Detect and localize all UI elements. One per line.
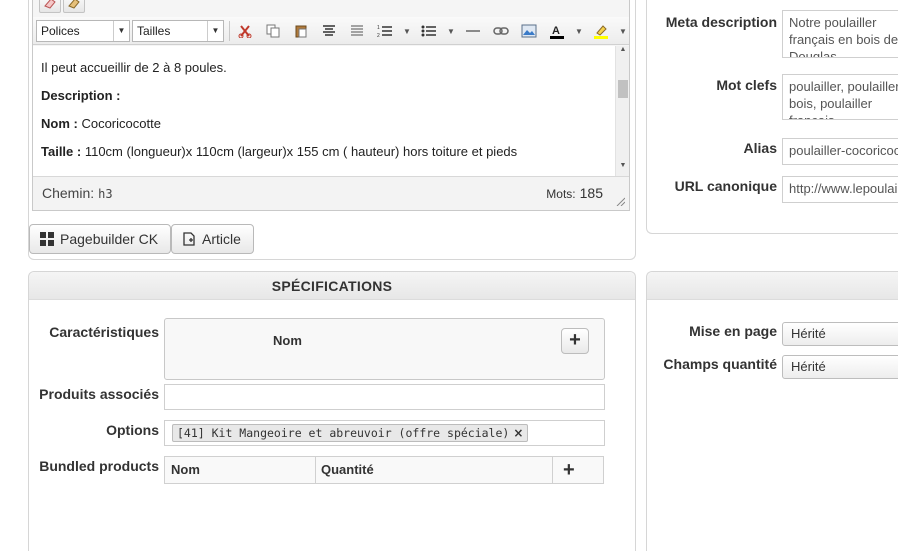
add-characteristic-button[interactable]: + xyxy=(561,328,589,354)
pagebuilder-label: Pagebuilder CK xyxy=(60,231,159,247)
svg-text:2: 2 xyxy=(377,33,380,38)
path-tag[interactable]: h3 xyxy=(98,187,112,201)
font-family-label: Polices xyxy=(41,24,80,38)
word-count-value: 185 xyxy=(579,185,603,201)
font-size-select[interactable]: Tailles ▼ xyxy=(132,20,224,42)
editor-status-bar: Chemin: h3 Mots: 185 xyxy=(33,176,629,210)
meta-description-field[interactable]: Notre poulailler français en bois de Dou… xyxy=(782,10,898,58)
editor-scrollbar[interactable]: ▲ ▼ xyxy=(615,46,629,176)
editor-content-area[interactable]: Il peut accueillir de 2 à 8 poules. Desc… xyxy=(33,46,615,176)
chevron-down-icon: ▼ xyxy=(113,21,129,41)
article-label: Article xyxy=(202,231,241,247)
bundled-quantity-header: Quantité xyxy=(321,462,374,477)
link-icon[interactable] xyxy=(490,21,512,41)
content-paragraph: Description : xyxy=(41,88,121,103)
font-size-label: Tailles xyxy=(137,24,171,38)
copy-icon[interactable] xyxy=(262,21,284,41)
characteristics-name-header: Nom xyxy=(273,333,302,348)
remove-option-icon[interactable]: × xyxy=(513,426,523,440)
keywords-label: Mot clefs xyxy=(716,77,777,93)
alias-label: Alias xyxy=(743,140,777,156)
highlight-color-icon[interactable] xyxy=(590,21,612,41)
bundled-products-table: Nom Quantité + xyxy=(164,456,604,484)
article-add-icon xyxy=(183,232,195,246)
option-chip-label: [41] Kit Mangeoire et abreuvoir (offre s… xyxy=(177,426,510,440)
resize-handle-icon[interactable] xyxy=(615,196,625,206)
options-label: Options xyxy=(106,422,159,438)
svg-text:A: A xyxy=(552,25,560,37)
element-path: Chemin: h3 xyxy=(42,185,113,201)
bullet-list-icon[interactable] xyxy=(418,21,440,41)
scroll-thumb[interactable] xyxy=(618,80,628,98)
chevron-down-icon[interactable]: ▼ xyxy=(568,21,590,41)
canonical-url-label: URL canonique xyxy=(674,178,777,194)
plus-icon: + xyxy=(569,329,581,351)
scroll-down-icon[interactable]: ▼ xyxy=(616,162,630,169)
paste-icon[interactable] xyxy=(290,21,312,41)
chevron-down-icon[interactable]: ▼ xyxy=(612,21,634,41)
align-justify-icon[interactable] xyxy=(346,21,368,41)
content-paragraph: Il peut accueillir de 2 à 8 poules. xyxy=(41,60,227,75)
meta-description-label: Meta description xyxy=(665,14,777,30)
side-panel-header xyxy=(647,272,898,300)
toolbar-divider xyxy=(229,21,230,41)
characteristics-label: Caractéristiques xyxy=(49,324,159,340)
grid-icon xyxy=(40,232,54,246)
layout-label: Mise en page xyxy=(689,323,777,339)
alias-field[interactable]: poulailler-cocoricocotte xyxy=(782,138,898,165)
svg-text:1: 1 xyxy=(377,25,380,31)
canonical-url-field[interactable]: http://www.lepoulailler.fr xyxy=(782,176,898,203)
chevron-down-icon[interactable]: ▼ xyxy=(440,21,462,41)
clear-format-icon[interactable] xyxy=(63,0,85,13)
path-label: Chemin: xyxy=(42,185,95,201)
column-divider xyxy=(552,457,553,483)
option-chip: [41] Kit Mangeoire et abreuvoir (offre s… xyxy=(172,424,529,442)
rich-text-editor: Polices ▼ Tailles ▼ 12 ▼ ▼ A ▼ ▼ Il peut… xyxy=(32,0,630,211)
word-count: Mots: 185 xyxy=(546,185,603,201)
content-paragraph: Nom : Cocoricocotte xyxy=(41,116,161,131)
article-button[interactable]: Article xyxy=(171,224,254,254)
chevron-down-icon: ▼ xyxy=(207,21,223,41)
scroll-up-icon[interactable]: ▲ xyxy=(616,46,630,53)
quantity-field-select[interactable]: Hérité xyxy=(782,355,898,379)
bundled-products-label: Bundled products xyxy=(39,458,159,474)
related-products-input[interactable] xyxy=(164,384,605,410)
quantity-field-label: Champs quantité xyxy=(663,356,777,372)
options-input[interactable]: [41] Kit Mangeoire et abreuvoir (offre s… xyxy=(164,420,605,446)
characteristics-box: Nom + xyxy=(164,318,605,380)
horizontal-rule-icon[interactable] xyxy=(462,21,484,41)
eraser-icon[interactable] xyxy=(39,0,61,13)
align-center-icon[interactable] xyxy=(318,21,340,41)
specifications-panel xyxy=(28,271,636,551)
bundled-name-header: Nom xyxy=(171,462,200,477)
font-family-select[interactable]: Polices ▼ xyxy=(36,20,130,42)
keywords-field[interactable]: poulailler, poulailler bois, poulailler … xyxy=(782,74,898,120)
editor-toolbar: Polices ▼ Tailles ▼ 12 ▼ ▼ A ▼ ▼ xyxy=(33,17,629,45)
add-bundled-product-button[interactable]: + xyxy=(563,457,575,483)
content-paragraph: Taille : 110cm (longueur)x 110cm (largeu… xyxy=(41,144,518,159)
layout-select[interactable]: Hérité xyxy=(782,322,898,346)
image-icon[interactable] xyxy=(518,21,540,41)
chevron-down-icon[interactable]: ▼ xyxy=(396,21,418,41)
plus-icon: + xyxy=(563,459,575,481)
related-products-label: Produits associés xyxy=(39,386,159,402)
specifications-title: SPÉCIFICATIONS xyxy=(29,272,635,300)
word-count-label: Mots: xyxy=(546,187,576,201)
cut-icon[interactable] xyxy=(234,21,256,41)
pagebuilder-button[interactable]: Pagebuilder CK xyxy=(29,224,172,254)
display-options-panel xyxy=(646,271,898,551)
text-color-icon[interactable]: A xyxy=(546,21,568,41)
ordered-list-icon[interactable]: 12 xyxy=(374,21,396,41)
